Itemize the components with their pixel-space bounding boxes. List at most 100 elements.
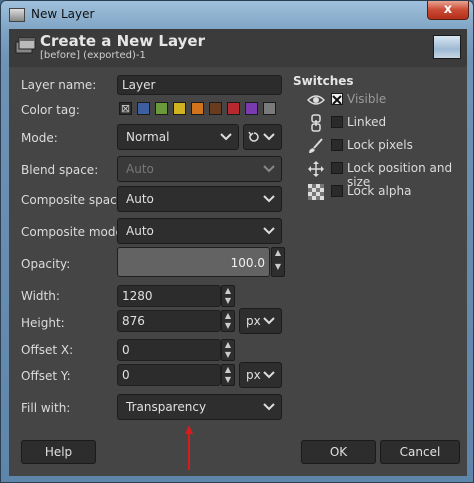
offset-unit-value: px	[246, 368, 261, 382]
chain-icon	[311, 114, 321, 132]
chevron-down-icon	[220, 133, 232, 141]
opacity-value: 100.0	[230, 256, 265, 270]
eye-icon	[307, 95, 325, 105]
fill-with-value: Transparency	[126, 400, 207, 414]
layer-name-label: Layer name:	[21, 78, 97, 92]
chevron-down-icon	[263, 165, 275, 173]
chevron-down-icon	[263, 371, 275, 379]
height-label: Height:	[21, 316, 65, 330]
color-tag-swatch[interactable]	[173, 102, 186, 115]
chevron-down-icon	[263, 195, 275, 203]
ok-button[interactable]: OK	[301, 440, 376, 464]
switch-visible[interactable]: Visible	[307, 91, 467, 109]
color-tag-none[interactable]: ⊠	[119, 102, 132, 115]
close-button[interactable]: x	[427, 1, 469, 20]
spin-down-icon[interactable]: ▼	[222, 321, 234, 331]
help-button[interactable]: Help	[21, 440, 96, 464]
width-input[interactable]: 1280	[117, 285, 221, 307]
composite-space-select[interactable]: Auto	[117, 186, 282, 212]
offset-unit-select[interactable]: px	[239, 362, 282, 388]
chevron-down-icon	[263, 227, 275, 235]
spin-up-icon[interactable]: ▲	[272, 248, 284, 262]
switches-title: Switches	[293, 74, 354, 88]
height-spinner[interactable]: ▲ ▼	[221, 310, 235, 332]
composite-mode-value: Auto	[126, 224, 154, 238]
app-icon	[9, 8, 25, 22]
spin-down-icon[interactable]: ▼	[222, 296, 234, 306]
fill-with-label: Fill with:	[21, 401, 71, 415]
offset-y-spinner[interactable]: ▲ ▼	[221, 364, 235, 386]
visible-checkbox[interactable]	[331, 93, 343, 105]
offset-x-label: Offset X:	[21, 343, 74, 357]
chevron-down-icon	[263, 317, 275, 325]
spin-down-icon[interactable]: ▼	[272, 262, 284, 276]
color-tag-swatch[interactable]	[155, 102, 168, 115]
chevron-down-icon	[263, 403, 275, 411]
cancel-button[interactable]: Cancel	[380, 440, 460, 464]
color-tag-swatch[interactable]	[227, 102, 240, 115]
opacity-slider[interactable]: 100.0	[117, 247, 270, 277]
height-input[interactable]: 876	[117, 310, 221, 332]
lock-alpha-checkbox[interactable]	[331, 185, 343, 197]
mode-select[interactable]: Normal	[117, 124, 239, 150]
window-title: New Layer	[31, 7, 95, 21]
image-thumbnail	[433, 35, 461, 59]
switch-lock-pixels[interactable]: Lock pixels	[307, 137, 467, 155]
size-unit-select[interactable]: px	[239, 308, 282, 334]
switch-lock-position[interactable]: Lock position and size	[307, 160, 467, 189]
lock-position-checkbox[interactable]	[331, 162, 343, 174]
offset-y-input[interactable]: 0	[117, 364, 221, 386]
dialog-header: Create a New Layer [before] (exported)-1	[9, 29, 467, 67]
blend-space-select[interactable]: Auto	[117, 156, 282, 182]
visible-label: Visible	[347, 92, 387, 106]
lock-pixels-checkbox[interactable]	[331, 139, 343, 151]
spin-up-icon[interactable]: ▲	[222, 286, 234, 296]
reset-mode-icon	[248, 131, 259, 142]
opacity-spinner[interactable]: ▲ ▼	[271, 247, 285, 277]
layer-name-input[interactable]: Layer	[117, 75, 282, 95]
fill-with-select[interactable]: Transparency	[117, 394, 282, 420]
width-spinner[interactable]: ▲ ▼	[221, 285, 235, 307]
composite-space-label: Composite space:	[21, 193, 129, 207]
new-layer-icon	[15, 37, 36, 54]
checkerboard-icon	[308, 184, 324, 200]
lock-pixels-label: Lock pixels	[347, 138, 413, 152]
width-label: Width:	[21, 289, 60, 303]
spin-down-icon[interactable]: ▼	[222, 375, 234, 385]
chevron-down-icon	[263, 133, 275, 141]
blend-space-value: Auto	[126, 162, 154, 176]
spin-down-icon[interactable]: ▼	[222, 350, 234, 360]
composite-space-value: Auto	[126, 192, 154, 206]
offset-x-spinner[interactable]: ▲ ▼	[221, 339, 235, 361]
linked-checkbox[interactable]	[331, 116, 343, 128]
spin-up-icon[interactable]: ▲	[222, 365, 234, 375]
linked-label: Linked	[347, 115, 387, 129]
dialog-subtitle: [before] (exported)-1	[40, 50, 146, 61]
offset-y-label: Offset Y:	[21, 369, 71, 383]
dialog-title: Create a New Layer	[40, 32, 205, 50]
switch-linked[interactable]: Linked	[307, 114, 467, 132]
annotation-arrow-icon	[185, 425, 193, 470]
color-tag-swatch[interactable]	[245, 102, 258, 115]
lock-alpha-label: Lock alpha	[347, 184, 412, 198]
color-tag-swatch[interactable]	[191, 102, 204, 115]
brush-icon	[309, 138, 323, 153]
composite-mode-label: Composite mode:	[21, 225, 127, 239]
color-tag-swatch[interactable]	[263, 102, 276, 115]
spin-up-icon[interactable]: ▲	[222, 340, 234, 350]
color-tag-label: Color tag:	[21, 103, 80, 117]
window-frame: New Layer x Create a New Layer [before] …	[0, 0, 474, 483]
mode-value: Normal	[126, 130, 170, 144]
mode-switch-select[interactable]	[243, 124, 282, 150]
blend-space-label: Blend space:	[21, 163, 99, 177]
composite-mode-select[interactable]: Auto	[117, 218, 282, 244]
opacity-label: Opacity:	[21, 257, 71, 271]
color-tag-swatch[interactable]	[137, 102, 150, 115]
size-unit-value: px	[246, 314, 261, 328]
switch-lock-alpha[interactable]: Lock alpha	[307, 183, 467, 201]
spin-up-icon[interactable]: ▲	[222, 311, 234, 321]
offset-x-input[interactable]: 0	[117, 339, 221, 361]
title-bar[interactable]: New Layer x	[1, 1, 474, 29]
color-tag-swatch[interactable]	[209, 102, 222, 115]
mode-label: Mode:	[21, 131, 58, 145]
